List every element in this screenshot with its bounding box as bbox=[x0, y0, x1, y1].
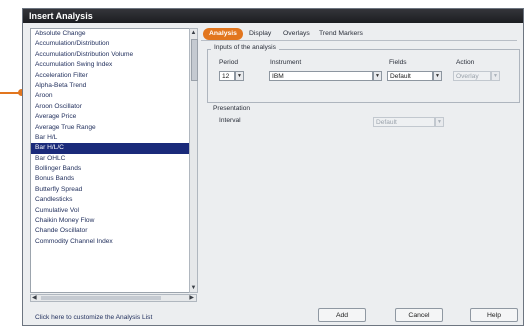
list-item[interactable]: Candlesticks bbox=[31, 195, 196, 205]
list-item[interactable]: Bonus Bands bbox=[31, 174, 196, 184]
fields-column-label: Fields bbox=[389, 59, 407, 66]
scroll-right-icon[interactable]: ▶ bbox=[189, 294, 194, 301]
insert-analysis-dialog: Insert Analysis Absolute Change Accumulat… bbox=[22, 8, 524, 326]
scroll-up-icon[interactable]: ▲ bbox=[190, 29, 197, 37]
list-item[interactable]: Commodity Channel Index bbox=[31, 237, 196, 247]
fields-dropdown-icon[interactable]: ▼ bbox=[433, 71, 442, 81]
hscroll-thumb[interactable] bbox=[41, 296, 161, 300]
tab-analysis[interactable]: Analysis bbox=[203, 28, 243, 40]
list-item[interactable]: Bar OHLC bbox=[31, 154, 196, 164]
fields-select[interactable]: Default bbox=[387, 71, 433, 81]
list-item[interactable]: Cumulative Vol bbox=[31, 206, 196, 216]
list-item[interactable]: Accumulation/Distribution Volume bbox=[31, 50, 196, 60]
presentation-label: Presentation bbox=[213, 105, 251, 112]
period-field[interactable]: 12 bbox=[219, 71, 235, 81]
tab-trend-markers[interactable]: Trend Markers bbox=[319, 28, 363, 40]
list-item[interactable]: Bar H/L bbox=[31, 133, 196, 143]
customize-analysis-list-link[interactable]: Click here to customize the Analysis Lis… bbox=[35, 314, 152, 321]
list-item[interactable]: Chande Oscillator bbox=[31, 226, 196, 236]
tab-overlays[interactable]: Overlays bbox=[283, 28, 310, 40]
analysis-list[interactable]: Absolute Change Accumulation/Distribution… bbox=[30, 28, 197, 293]
inputs-group-title: Inputs of the analysis bbox=[211, 44, 279, 51]
interval-label: Interval bbox=[219, 117, 241, 124]
help-button[interactable]: Help bbox=[470, 308, 518, 322]
interval-dropdown-icon: ▼ bbox=[435, 117, 444, 127]
interval-select: Default bbox=[373, 117, 435, 127]
tab-display[interactable]: Display bbox=[249, 28, 271, 40]
period-stepper-icon[interactable]: ▼ bbox=[235, 71, 244, 81]
dialog-title: Insert Analysis bbox=[23, 9, 523, 23]
list-item[interactable]: Absolute Change bbox=[31, 29, 196, 39]
list-item[interactable]: Aroon Oscillator bbox=[31, 102, 196, 112]
list-item[interactable]: Average Price bbox=[31, 112, 196, 122]
instrument-dropdown-icon[interactable]: ▼ bbox=[373, 71, 382, 81]
list-item[interactable]: Bollinger Bands bbox=[31, 164, 196, 174]
list-item[interactable]: Chaikin Money Flow bbox=[31, 216, 196, 226]
cancel-button[interactable]: Cancel bbox=[395, 308, 443, 322]
action-column-label: Action bbox=[456, 59, 475, 66]
instrument-column-label: Instrument bbox=[270, 59, 302, 66]
action-dropdown-icon: ▼ bbox=[491, 71, 500, 81]
list-item[interactable]: Bar H/L/C bbox=[31, 143, 194, 154]
scroll-down-icon[interactable]: ▼ bbox=[190, 284, 197, 292]
tab-divider bbox=[201, 40, 517, 41]
scroll-left-icon[interactable]: ◀ bbox=[32, 294, 37, 301]
list-item[interactable]: Alpha-Beta Trend bbox=[31, 81, 196, 91]
list-item[interactable]: Acceleration Filter bbox=[31, 71, 196, 81]
list-item[interactable]: Aroon bbox=[31, 91, 196, 101]
period-column-label: Period bbox=[219, 59, 239, 66]
action-select: Overlay bbox=[453, 71, 491, 81]
add-button[interactable]: Add bbox=[318, 308, 366, 322]
list-item[interactable]: Butterfly Spread bbox=[31, 185, 196, 195]
instrument-field[interactable]: IBM bbox=[269, 71, 373, 81]
list-item[interactable]: Accumulation/Distribution bbox=[31, 39, 196, 49]
list-item[interactable]: Average True Range bbox=[31, 123, 196, 133]
analysis-list-scrollbar[interactable]: ▲ ▼ bbox=[189, 28, 198, 293]
list-item[interactable]: Accumulation Swing Index bbox=[31, 60, 196, 70]
scroll-thumb[interactable] bbox=[191, 39, 198, 81]
analysis-list-hscrollbar[interactable]: ◀ ▶ bbox=[30, 294, 197, 302]
